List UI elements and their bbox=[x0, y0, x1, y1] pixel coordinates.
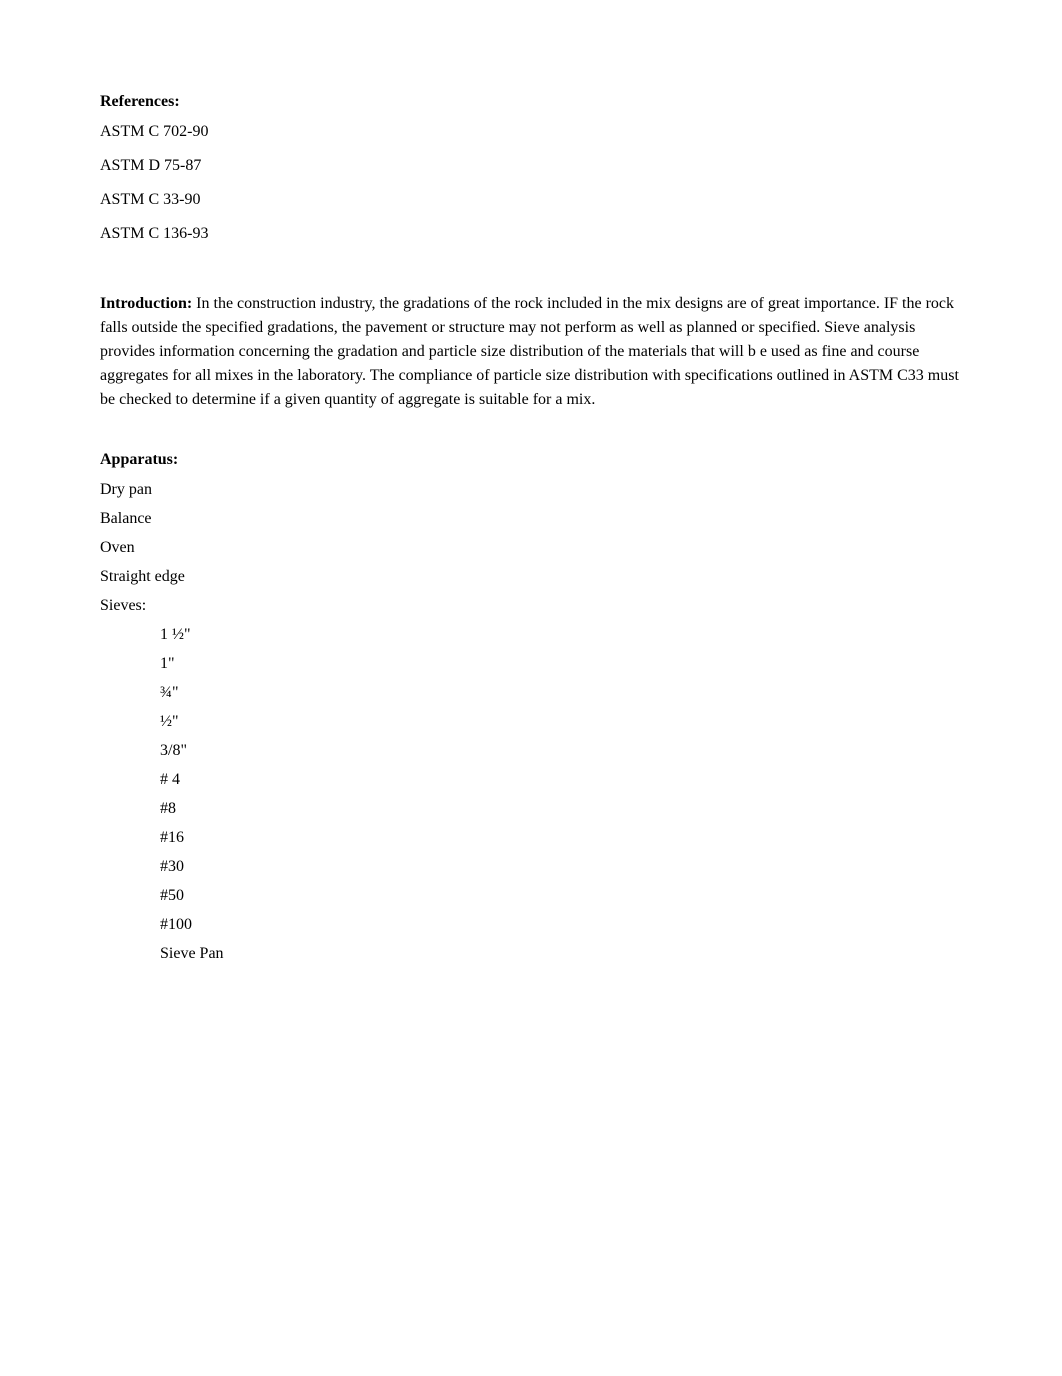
references-heading: References: bbox=[100, 90, 962, 114]
sieve-item: #8 bbox=[160, 797, 962, 821]
sieve-item: # 4 bbox=[160, 768, 962, 792]
reference-item: ASTM D 75-87 bbox=[100, 154, 962, 178]
apparatus-item: Straight edge bbox=[100, 565, 962, 589]
apparatus-heading: Apparatus: bbox=[100, 448, 962, 472]
sieve-item: #16 bbox=[160, 826, 962, 850]
sieve-item: #30 bbox=[160, 855, 962, 879]
document-body: References: ASTM C 702-90 ASTM D 75-87 A… bbox=[100, 90, 962, 966]
sieve-item: 3/8" bbox=[160, 739, 962, 763]
sieve-list: 1 ½" 1" ¾" ½" 3/8" # 4 #8 #16 #30 #50 #1… bbox=[100, 623, 962, 966]
reference-item: ASTM C 702-90 bbox=[100, 120, 962, 144]
sieve-item: 1" bbox=[160, 652, 962, 676]
apparatus-item: Balance bbox=[100, 507, 962, 531]
sieve-item: ½" bbox=[160, 710, 962, 734]
sieve-item: 1 ½" bbox=[160, 623, 962, 647]
apparatus-item: Dry pan bbox=[100, 478, 962, 502]
sieve-item: #100 bbox=[160, 913, 962, 937]
sieve-item: ¾" bbox=[160, 681, 962, 705]
reference-item: ASTM C 136-93 bbox=[100, 222, 962, 246]
reference-item: ASTM C 33-90 bbox=[100, 188, 962, 212]
introduction-heading: Introduction: bbox=[100, 295, 192, 312]
introduction-paragraph: Introduction: In the construction indust… bbox=[100, 292, 962, 412]
introduction-body: In the construction industry, the gradat… bbox=[100, 295, 959, 408]
sieves-label: Sieves: bbox=[100, 594, 962, 618]
sieve-item: Sieve Pan bbox=[160, 942, 962, 966]
sieve-item: #50 bbox=[160, 884, 962, 908]
apparatus-item: Oven bbox=[100, 536, 962, 560]
